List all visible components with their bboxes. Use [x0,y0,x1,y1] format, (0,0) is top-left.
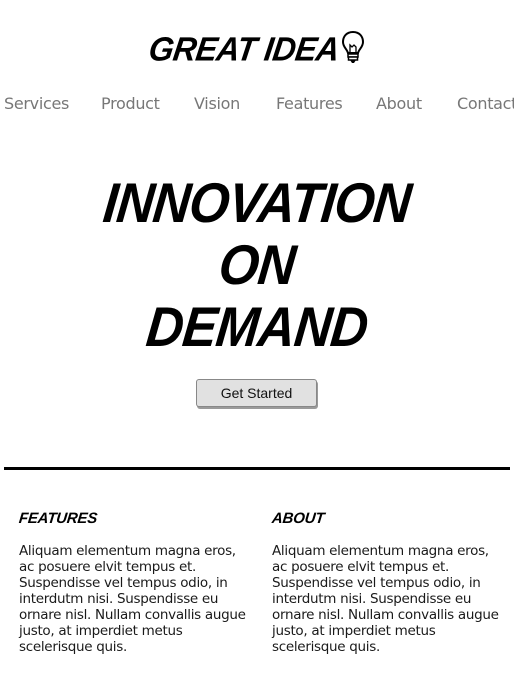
nav-item-services[interactable]: Services [4,94,69,113]
about-body: Aliquam elementum magna eros, ac posuere… [272,543,499,655]
features-body: Aliquam elementum magna eros, ac posuere… [19,543,246,655]
lightbulb-icon [341,30,365,70]
features-heading: FEATURES [18,510,99,527]
nav-item-vision[interactable]: Vision [194,94,240,113]
section-divider [4,467,510,470]
features-section: FEATURES Aliquam elementum magna eros, a… [18,510,254,655]
hero-line-3: DEMAND [143,295,371,358]
site-logo[interactable]: GREAT IDEA [0,28,514,70]
about-section: ABOUT Aliquam elementum magna eros, ac p… [271,510,507,655]
hero-line-2: ON [216,233,299,296]
get-started-button[interactable]: Get Started [196,379,317,407]
nav-item-features[interactable]: Features [276,94,343,113]
nav-item-about[interactable]: About [376,94,422,113]
logo-text: GREAT IDEA [146,29,342,68]
hero-section: INNOVATION ON DEMAND [0,171,514,358]
hero-line-1: INNOVATION [100,171,414,234]
nav-item-product[interactable]: Product [101,94,160,113]
nav-item-contact[interactable]: Contact [457,94,514,113]
about-heading: ABOUT [271,510,326,527]
